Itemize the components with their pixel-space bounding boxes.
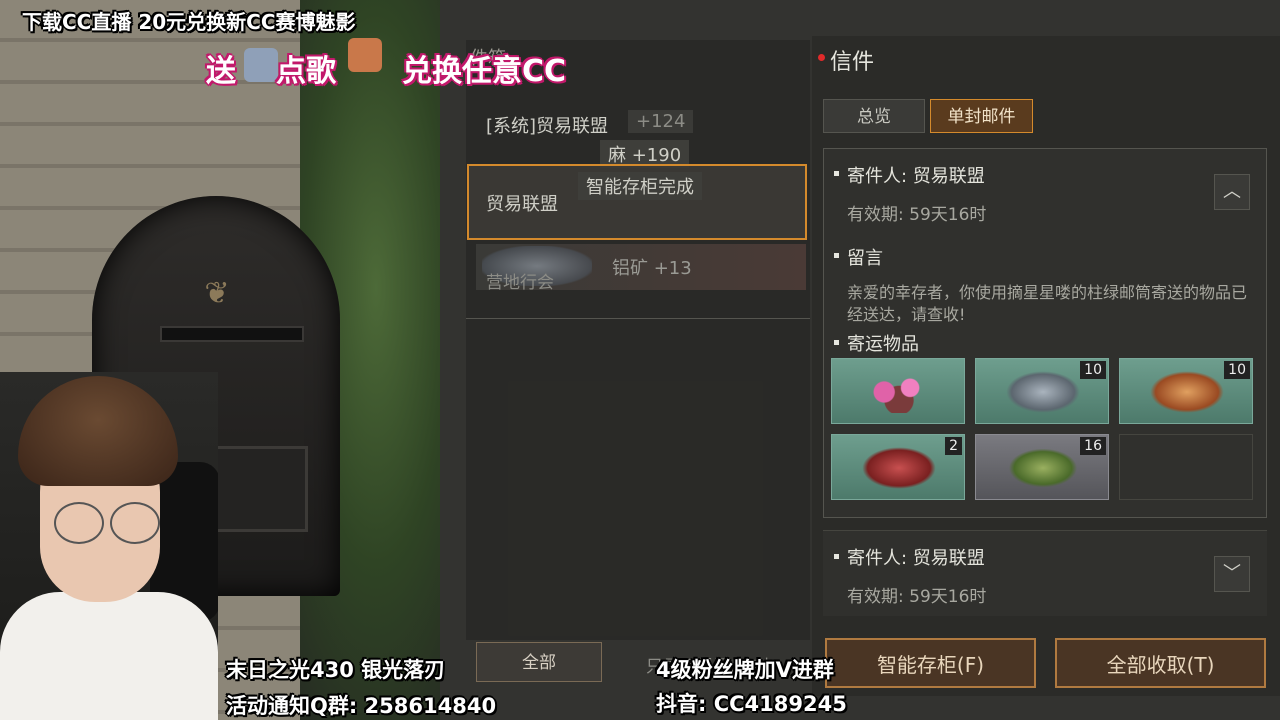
item-quantity: 10 [1224, 361, 1250, 379]
mailbox-slot [160, 326, 304, 342]
list-divider [466, 318, 810, 319]
sweater [0, 592, 218, 720]
ore-icon [1006, 371, 1080, 413]
item-slot-meat[interactable]: 2 [831, 434, 965, 500]
expiry-label: 有效期: 59天16时 [847, 587, 987, 607]
streamer-webcam [0, 372, 218, 720]
glasses-icon [110, 502, 160, 544]
filter-all-button[interactable]: 全部 [476, 642, 602, 682]
meat-icon [862, 447, 936, 489]
item-slot-herb[interactable]: 16 [975, 434, 1109, 500]
expiry-label: 有效期: 59天16时 [847, 205, 987, 225]
collapse-chevron-up-icon[interactable]: ︿ [1214, 174, 1250, 210]
item-quantity: 2 [945, 437, 962, 455]
item-quantity: 16 [1080, 437, 1106, 455]
mail-row-reward: +124 [628, 110, 694, 133]
stream-sub-banner: 送 [206, 54, 236, 89]
ornament-icon: ❦ [204, 276, 230, 311]
mail-row-sender: 贸易联盟 [486, 194, 558, 215]
smart-store-button[interactable]: 智能存柜(F) [825, 638, 1036, 688]
stream-top-banner: 下载CC直播 20元兑换新CC赛博魅影 [22, 10, 356, 34]
item-slot-bread[interactable]: 10 [1119, 358, 1253, 424]
notification-dot [818, 54, 825, 61]
sender-label: 寄件人: 贸易联盟 [847, 548, 985, 569]
bullet-icon [834, 171, 839, 176]
stream-sub-banner: 兑换任意CC [402, 54, 567, 89]
mail-panel-title: 信件 [830, 50, 875, 75]
mail-row-sender: 营地行会 [486, 273, 554, 293]
stream-bottom-text: 活动通知Q群: 258614840 [226, 694, 497, 718]
stream-bottom-text: 4级粉丝牌加V进群 [656, 658, 834, 682]
flower-branch-icon [862, 371, 936, 413]
hammer-sticker-icon [348, 38, 382, 72]
expand-chevron-down-icon[interactable]: ﹀ [1214, 556, 1250, 592]
bullet-icon [834, 554, 839, 559]
bullet-icon [834, 340, 839, 345]
item-slot-empty [1119, 434, 1253, 500]
tab-overview[interactable]: 总览 [823, 99, 925, 133]
sender-label: 寄件人: 贸易联盟 [847, 166, 985, 187]
items-label: 寄运物品 [847, 334, 919, 355]
stream-bottom-text: 末日之光430 银光落刃 [226, 658, 446, 682]
stream-sub-banner: 点歌 [276, 54, 336, 89]
mail-row-sender[interactable]: [系统]贸易联盟 [486, 112, 608, 138]
item-slot-ore[interactable]: 10 [975, 358, 1109, 424]
message-body: 亲爱的幸存者，你使用摘星星喽的柱绿邮筒寄送的物品已经送达，请查收! [847, 283, 1248, 324]
item-slot-flower[interactable] [831, 358, 965, 424]
bullet-icon [834, 253, 839, 258]
tab-single-mail[interactable]: 单封邮件 [930, 99, 1033, 133]
collect-all-button[interactable]: 全部收取(T) [1055, 638, 1266, 688]
item-quantity: 10 [1080, 361, 1106, 379]
stream-bottom-text: 抖音: CC4189245 [656, 692, 847, 716]
mail-row-reward: 铝矿 +13 [612, 258, 692, 279]
glasses-icon [54, 502, 104, 544]
bread-icon [1150, 371, 1224, 413]
message-label: 留言 [847, 248, 883, 269]
hair [18, 376, 178, 486]
gift-sticker-icon [244, 48, 278, 82]
herb-icon [1006, 447, 1080, 489]
mail-row-tag: 智能存柜完成 [578, 172, 702, 200]
